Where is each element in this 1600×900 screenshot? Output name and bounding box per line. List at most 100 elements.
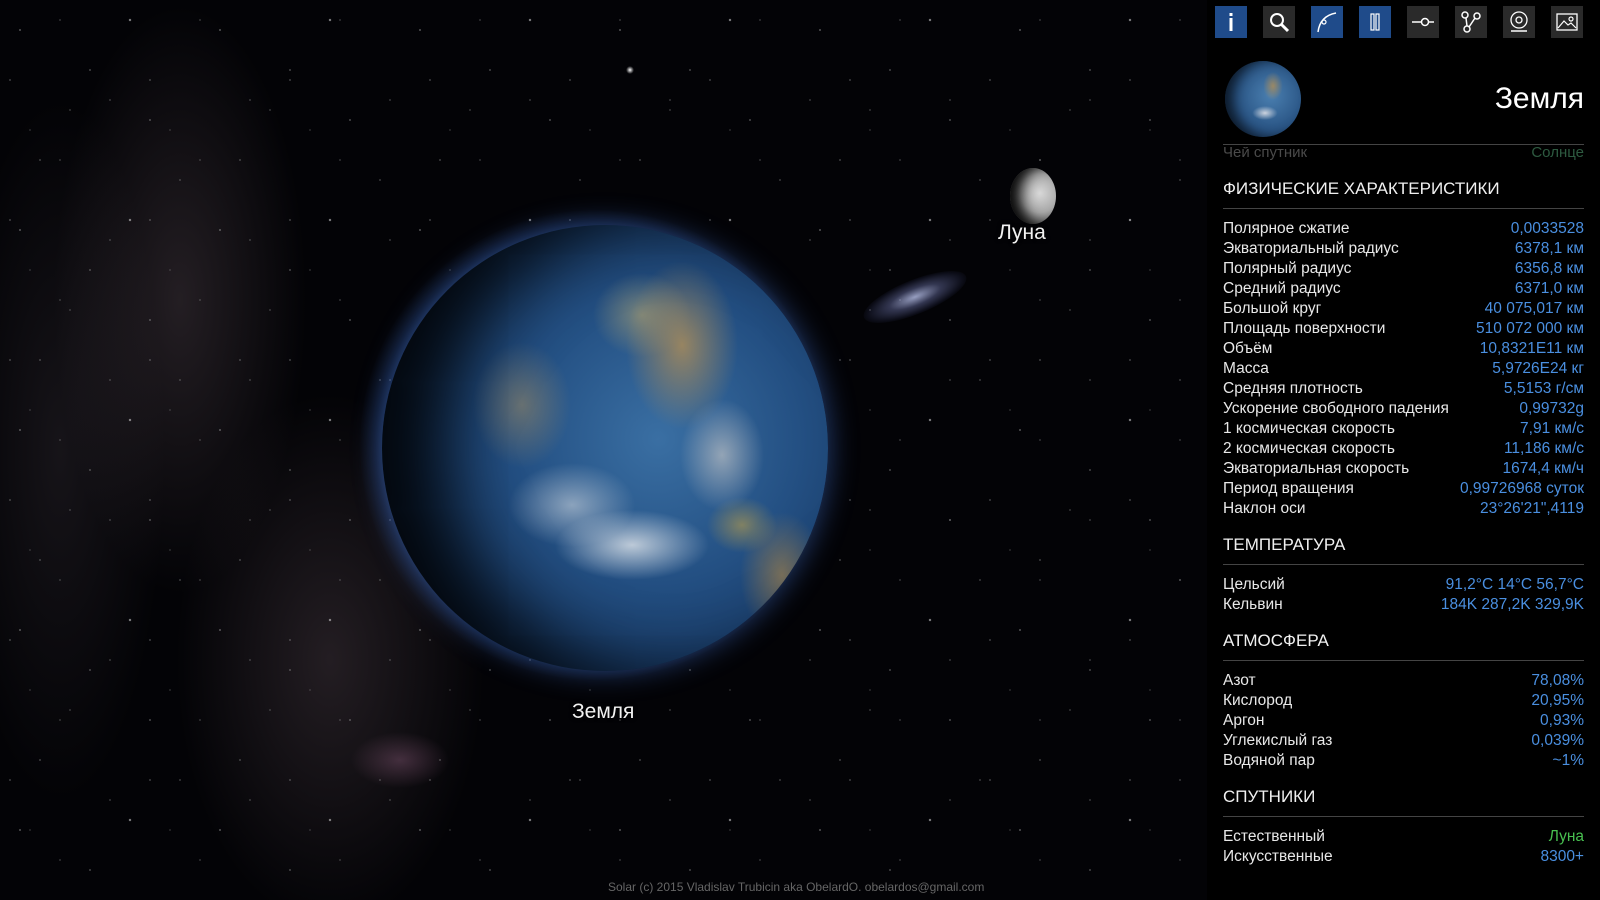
- section-title: ТЕМПЕРАТУРА: [1223, 519, 1584, 565]
- search-button[interactable]: [1263, 6, 1295, 38]
- property-row: Период вращения 0,99726968 суток: [1223, 479, 1584, 499]
- property-row: Азот 78,08%: [1223, 671, 1584, 691]
- property-row: Экваториальный радиус 6378,1 км: [1223, 239, 1584, 259]
- section-title: АТМОСФЕРА: [1223, 615, 1584, 661]
- property-label: Большой круг: [1223, 300, 1322, 317]
- property-label: Азот: [1223, 672, 1256, 689]
- property-value: 1674,4 км/ч: [1502, 460, 1584, 477]
- property-value: ~1%: [1552, 752, 1584, 769]
- property-row: 2 космическая скорость 11,186 км/с: [1223, 439, 1584, 459]
- property-row: Полярное сжатие 0,0033528: [1223, 219, 1584, 239]
- property-label: Объём: [1223, 340, 1273, 357]
- node-link-icon: [1412, 17, 1434, 27]
- panel-header: Земля: [1223, 48, 1584, 145]
- moon-label[interactable]: Луна: [998, 221, 1046, 245]
- property-value: 184K 287,2K 329,9K: [1440, 596, 1584, 613]
- property-label: Искусственные: [1223, 848, 1333, 865]
- property-row: Большой круг 40 075,017 км: [1223, 299, 1584, 319]
- property-value: 0,99732g: [1519, 400, 1584, 417]
- property-value: 7,91 км/с: [1520, 420, 1584, 437]
- property-row: Водяной пар ~1%: [1223, 751, 1584, 771]
- property-label: Период вращения: [1223, 480, 1354, 497]
- property-row: Наклон оси 23°26'21",4119: [1223, 499, 1584, 519]
- planet-title: Земля: [1494, 82, 1584, 115]
- property-row: Масса 5,9726E24 кг: [1223, 359, 1584, 379]
- property-value: 6371,0 км: [1514, 280, 1584, 297]
- parent-body-row: Чей спутник Солнце: [1223, 147, 1584, 163]
- pause-icon: [1370, 13, 1380, 31]
- earth-thumbnail: [1225, 61, 1301, 137]
- property-row: Искусственные 8300+: [1223, 847, 1584, 867]
- property-row: Углекислый газ 0,039%: [1223, 731, 1584, 751]
- property-value: 0,99726968 суток: [1459, 480, 1584, 497]
- property-value: 6378,1 км: [1514, 240, 1584, 257]
- property-value: 8300+: [1540, 848, 1584, 865]
- info-panel[interactable]: Земля Чей спутник Солнце ФИЗИЧЕСКИЕ ХАРА…: [1207, 48, 1600, 900]
- orbits-button[interactable]: [1311, 6, 1343, 38]
- property-value: 0,039%: [1531, 732, 1584, 749]
- property-row: Кельвин 184K 287,2K 329,9K: [1223, 595, 1584, 615]
- property-label: Масса: [1223, 360, 1269, 377]
- section: ФИЗИЧЕСКИЕ ХАРАКТЕРИСТИКИ Полярное сжатие…: [1223, 163, 1584, 519]
- properties-sections: ФИЗИЧЕСКИЕ ХАРАКТЕРИСТИКИ Полярное сжатие…: [1223, 163, 1584, 867]
- property-row: Площадь поверхности 510 072 000 км: [1223, 319, 1584, 339]
- earth-label[interactable]: Земля: [572, 700, 634, 724]
- property-label: Цельсий: [1223, 576, 1285, 593]
- image-button[interactable]: [1551, 6, 1583, 38]
- earth-planet[interactable]: [382, 225, 828, 671]
- property-label: 1 космическая скорость: [1223, 420, 1395, 437]
- property-value: 0,0033528: [1510, 220, 1584, 237]
- property-value: 11,186 км/с: [1503, 440, 1584, 457]
- property-label: Углекислый газ: [1223, 732, 1333, 749]
- property-value: 20,95%: [1531, 692, 1584, 709]
- property-label: 2 космическая скорость: [1223, 440, 1395, 457]
- property-row: Естественный Луна: [1223, 827, 1584, 847]
- property-row: Цельсий 91,2°C 14°C 56,7°C: [1223, 575, 1584, 595]
- property-value: 10,8321E11 км: [1479, 340, 1584, 357]
- moon-body[interactable]: [1010, 168, 1056, 224]
- space-viewport[interactable]: Земля Луна Solar (c) 2015 Vladislav Trub…: [0, 0, 1207, 900]
- property-value: 510 072 000 км: [1476, 320, 1584, 337]
- property-value: 91,2°C 14°C 56,7°C: [1445, 576, 1584, 593]
- link-button[interactable]: [1407, 6, 1439, 38]
- property-row: Полярный радиус 6356,8 км: [1223, 259, 1584, 279]
- property-value: 5,5153 г/см: [1503, 380, 1584, 397]
- share-icon: [1461, 11, 1481, 33]
- property-row: Аргон 0,93%: [1223, 711, 1584, 731]
- toolbar: [1215, 6, 1600, 46]
- property-label: Средняя плотность: [1223, 380, 1363, 397]
- image-icon: [1556, 13, 1578, 31]
- section: АТМОСФЕРА Азот 78,08% Кислород 20,95% Аргон 0,…: [1223, 615, 1584, 771]
- info-icon: [1229, 13, 1233, 31]
- parent-body-label: Чей спутник: [1223, 147, 1308, 161]
- section: СПУТНИКИ Естественный Луна Искусственные 830…: [1223, 771, 1584, 867]
- property-row: 1 космическая скорость 7,91 км/с: [1223, 419, 1584, 439]
- section-title: СПУТНИКИ: [1223, 771, 1584, 817]
- property-label: Естественный: [1223, 828, 1325, 845]
- property-value: 40 075,017 км: [1484, 300, 1584, 317]
- section: ТЕМПЕРАТУРА Цельсий 91,2°C 14°C 56,7°C Кель…: [1223, 519, 1584, 615]
- property-row: Кислород 20,95%: [1223, 691, 1584, 711]
- parent-body-link[interactable]: Солнце: [1531, 147, 1584, 163]
- section-title: ФИЗИЧЕСКИЕ ХАРАКТЕРИСТИКИ: [1223, 163, 1584, 209]
- property-label: Средний радиус: [1223, 280, 1341, 297]
- contact-button[interactable]: [1503, 6, 1535, 38]
- credits-text: Solar (c) 2015 Vladislav Trubicin aka Ob…: [608, 880, 985, 894]
- property-label: Площадь поверхности: [1223, 320, 1386, 337]
- property-label: Кельвин: [1223, 596, 1283, 613]
- property-value: 23°26'21",4119: [1479, 500, 1584, 517]
- at-sign-icon: [1510, 11, 1528, 32]
- share-button[interactable]: [1455, 6, 1487, 38]
- bright-star: [626, 66, 634, 74]
- property-value: 0,93%: [1540, 712, 1584, 729]
- property-label: Полярный радиус: [1223, 260, 1352, 277]
- info-button[interactable]: [1215, 6, 1247, 38]
- property-label: Водяной пар: [1223, 752, 1315, 769]
- property-label: Ускорение свободного падения: [1223, 400, 1449, 417]
- property-label: Кислород: [1223, 692, 1293, 709]
- pause-button[interactable]: [1359, 6, 1391, 38]
- property-row: Ускорение свободного падения 0,99732g: [1223, 399, 1584, 419]
- orbit-curve-icon: [1317, 12, 1337, 33]
- satellite-link[interactable]: Луна: [1549, 827, 1584, 847]
- property-row: Средний радиус 6371,0 км: [1223, 279, 1584, 299]
